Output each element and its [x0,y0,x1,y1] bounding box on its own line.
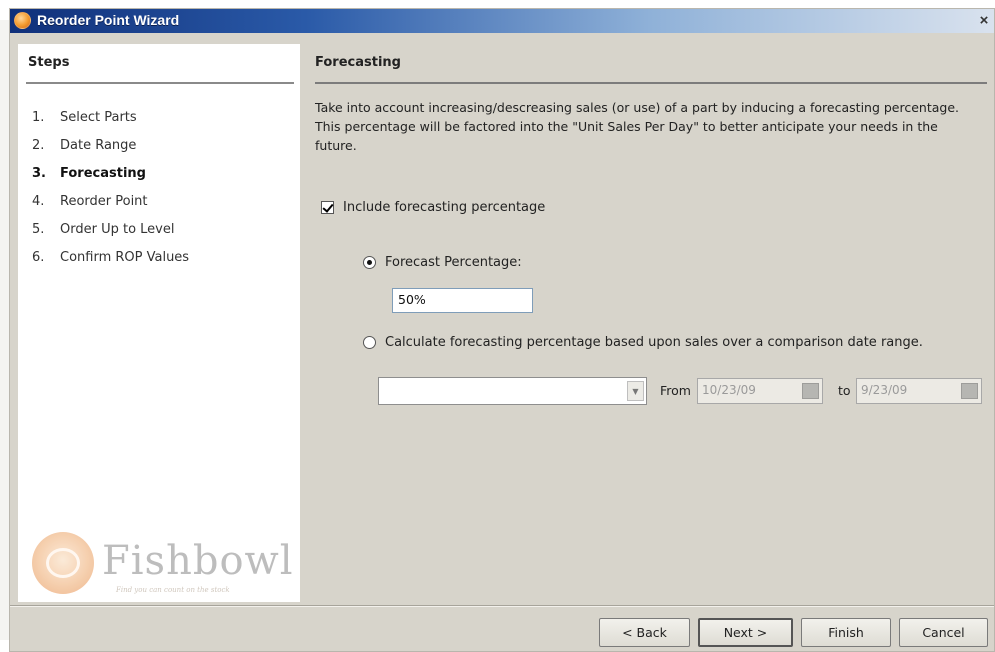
forecast-pct-radio[interactable] [363,256,376,269]
logo-wordmark: Fishbowl [102,538,294,584]
steps-divider [26,82,294,84]
logo-tagline: Find you can count on the stock [116,586,230,594]
steps-list: 1. Select Parts 2. Date Range 3. Forecastin… [32,110,189,278]
close-icon[interactable]: × [974,11,994,31]
fishbowl-logo: Fishbowl Find you can count on the stock [32,532,294,602]
calendar-icon[interactable] [802,383,819,399]
step-number: 2. [32,138,45,153]
step-number: 3. [32,166,46,181]
calc-forecast-radio[interactable] [363,336,376,349]
fishbowl-bowl-icon [32,532,94,594]
step-label: Forecasting [60,166,146,181]
step-item: 6. Confirm ROP Values [32,250,189,278]
cancel-button[interactable]: Cancel [899,618,988,647]
step-item: 1. Select Parts [32,110,189,138]
calc-forecast-option[interactable]: Calculate forecasting percentage based u… [363,335,923,350]
step-item: 5. Order Up to Level [32,222,189,250]
back-button[interactable]: < Back [599,618,690,647]
main-panel: Forecasting Take into account increasing… [315,44,995,602]
forecast-pct-label[interactable]: Forecast Percentage: [385,255,522,270]
calendar-icon[interactable] [961,383,978,399]
step-label: Confirm ROP Values [60,250,190,265]
step-number: 5. [32,222,45,237]
calc-forecast-label[interactable]: Calculate forecasting percentage based u… [385,335,923,350]
wizard-window: Reorder Point Wizard × Steps 1. Select Pa… [9,8,995,652]
to-date-value: 9/23/09 [861,383,908,397]
title-bar[interactable]: Reorder Point Wizard × [10,9,994,33]
step-number: 1. [32,110,45,125]
to-label: to [838,383,851,398]
description-text: Take into account increasing/descreasing… [315,100,960,153]
page-title: Forecasting [315,55,401,70]
fishbowl-logo-icon [14,12,31,29]
title-divider [315,82,987,84]
from-date-value: 10/23/09 [702,383,756,397]
next-button[interactable]: Next > [698,618,793,647]
step-label: Select Parts [60,110,137,125]
steps-header: Steps [28,55,70,70]
date-range-combo[interactable]: ▼ [378,377,647,405]
screenshot-frame: Reorder Point Wizard × Steps 1. Select Pa… [0,0,995,652]
include-forecast-label[interactable]: Include forecasting percentage [343,200,545,215]
from-label: From [660,383,691,398]
step-item-active: 3. Forecasting [32,166,189,194]
step-item: 2. Date Range [32,138,189,166]
to-date-field[interactable]: 9/23/09 [856,378,982,404]
left-edge [0,20,9,640]
step-number: 4. [32,194,45,209]
from-date-field[interactable]: 10/23/09 [697,378,823,404]
steps-panel: Steps 1. Select Parts 2. Date Range 3. Fore… [18,44,300,602]
finish-button[interactable]: Finish [801,618,891,647]
forecast-pct-option[interactable]: Forecast Percentage: [363,255,522,270]
step-label: Reorder Point [60,194,148,209]
window-title: Reorder Point Wizard [37,12,180,28]
footer-divider-highlight [10,606,994,607]
chevron-down-icon[interactable]: ▼ [627,381,644,401]
include-forecast-row[interactable]: Include forecasting percentage [321,200,545,215]
step-label: Date Range [60,138,137,153]
forecast-pct-input[interactable]: 50% [392,288,533,313]
step-number: 6. [32,250,45,265]
step-item: 4. Reorder Point [32,194,189,222]
step-label: Order Up to Level [60,222,175,237]
include-forecast-checkbox[interactable] [321,201,334,214]
